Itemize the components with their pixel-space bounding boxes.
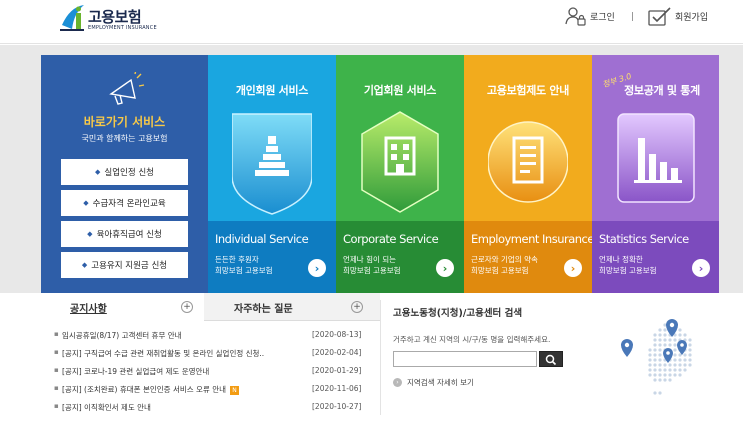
chevron-right-icon[interactable]: › — [308, 259, 326, 277]
site-header: 고용보험 EMPLOYMENT INSURANCE 로그인 회원가입 — [0, 0, 743, 44]
bar-chart-icon — [617, 113, 695, 203]
notice-title[interactable]: [공지] 코로나-19 관련 실업급여 제도 운영안내 — [62, 366, 209, 377]
online-education-button[interactable]: ◆ 수급자격 온라인교육 — [61, 190, 188, 216]
service-en-title: Corporate Service — [343, 232, 439, 246]
search-icon — [545, 354, 557, 366]
bullet-icon: ◆ — [83, 199, 89, 207]
parental-leave-button[interactable]: ◆ 육아휴직급여 신청 — [61, 221, 188, 247]
bullet-icon: ▪ — [54, 348, 59, 356]
list-item[interactable]: ▪ [공지] (조치완료) 휴대폰 본인인증 서비스 오류 안내 N [2020-… — [54, 381, 374, 399]
service-footer: Individual Service 든든한 후원자 희망보험 고용보험 › — [208, 221, 336, 293]
unemployment-certification-button[interactable]: ◆ 실업인정 신청 — [61, 159, 188, 185]
logo-subtitle: EMPLOYMENT INSURANCE — [88, 25, 157, 31]
statistics-service-panel[interactable]: 정부 3.0 정보공개 및 통계 Statistics Service 언제나 … — [592, 55, 719, 293]
service-desc: 언제나 정확한 희망보험 고용보험 — [599, 255, 657, 275]
tab-faq-label: 자주하는 질문 — [234, 304, 293, 315]
tab-notice-label: 공지사항 — [70, 304, 107, 315]
notice-tabs: 공지사항 + 자주하는 질문 + — [41, 293, 380, 321]
chevron-right-icon[interactable]: › — [564, 259, 582, 277]
notice-title[interactable]: [공지] (조치완료) 휴대폰 본인인증 서비스 오류 안내 N — [62, 384, 240, 395]
bullet-icon: ▪ — [54, 366, 59, 374]
service-en-title: Individual Service — [215, 232, 309, 246]
service-footer: Employment Insurance 근로자와 기업의 약속 희망보험 고용보… — [464, 221, 592, 293]
corporate-service-panel[interactable]: 기업회원 서비스 Corporate Service 언제나 힘이 되는 희망보험… — [336, 55, 464, 293]
service-desc: 언제나 힘이 되는 희망보험 고용보험 — [343, 255, 401, 275]
signup-link[interactable]: 회원가입 — [648, 6, 708, 26]
bullet-icon: ◆ — [87, 230, 93, 238]
login-link[interactable]: 로그인 — [565, 6, 615, 26]
notice-date: [2020-01-29] — [312, 366, 362, 375]
service-title: 개인회원 서비스 — [235, 84, 309, 97]
notice-date: [2020-08-13] — [312, 330, 362, 339]
logo-title: 고용보험 — [88, 8, 142, 26]
notice-title[interactable]: [공지] 이직확인서 제도 안내 — [62, 402, 151, 413]
individual-service-panel[interactable]: 개인회원 서비스 Individual Service 든든한 후원자 희망보험 … — [208, 55, 336, 293]
person-icon — [232, 113, 312, 215]
bullet-icon: ◆ — [94, 168, 101, 176]
chevron-right-icon[interactable]: › — [692, 259, 710, 277]
notice-title[interactable]: [공지] 구직급여 수급 관련 재취업활동 및 온라인 실업인정 신청.. — [62, 348, 264, 359]
list-item[interactable]: ▪ 임시공휴일(8/17) 고객센터 휴무 안내 [2020-08-13] — [54, 327, 374, 345]
bullet-icon: ▪ — [54, 402, 59, 410]
shortcut-subtitle: 국민과 함께하는 고용보험 — [81, 134, 168, 143]
list-item[interactable]: ▪ [공지] 이직확인서 제도 안내 [2020-10-27] — [54, 399, 374, 417]
shortcut-title: 바로가기 서비스 — [83, 115, 166, 129]
new-badge: N — [230, 385, 240, 395]
chevron-right-icon: › — [393, 378, 402, 387]
center-search-title: 고용노동청(지청)/고용센터 검색 — [393, 308, 523, 319]
service-footer: Corporate Service 언제나 힘이 되는 희망보험 고용보험 › — [336, 221, 464, 293]
user-lock-icon — [565, 7, 586, 26]
notice-date: [2020-10-27] — [312, 402, 362, 411]
megaphone-icon — [109, 72, 145, 105]
building-icon — [361, 111, 439, 213]
notice-list: ▪ 임시공휴일(8/17) 고객센터 휴무 안내 [2020-08-13] ▪ … — [54, 327, 374, 417]
center-search-desc: 거주하고 계신 지역의 시/구/동 명을 입력해주세요. — [393, 335, 551, 344]
service-title: 정보공개 및 통계 — [624, 84, 700, 97]
notice-board: 공지사항 + 자주하는 질문 + ▪ 임시공휴일(8/17) 고객센터 휴무 안… — [41, 293, 380, 422]
tab-faq[interactable]: 자주하는 질문 + — [204, 293, 380, 321]
plus-icon[interactable]: + — [181, 301, 193, 313]
service-title: 기업회원 서비스 — [363, 84, 437, 97]
service-en-title: Statistics Service — [599, 232, 689, 246]
employment-insurance-panel[interactable]: 고용보험제도 안내 Employment Insurance 근로자와 기업의 … — [464, 55, 592, 293]
list-item[interactable]: ▪ [공지] 코로나-19 관련 실업급여 제도 운영안내 [2020-01-2… — [54, 363, 374, 381]
region-search-input[interactable] — [393, 351, 537, 367]
center-search-panel: 고용노동청(지청)/고용센터 검색 거주하고 계신 지역의 시/구/동 명을 입… — [381, 293, 719, 422]
bullet-icon: ▪ — [54, 330, 59, 338]
korea-map-icon — [621, 319, 692, 395]
notice-date: [2020-02-04] — [312, 348, 362, 357]
shortcut-panel: 바로가기 서비스 국민과 함께하는 고용보험 ◆ 실업인정 신청 ◆ 수급자격 온라… — [41, 55, 208, 293]
login-label: 로그인 — [590, 12, 615, 23]
list-item[interactable]: ▪ [공지] 구직급여 수급 관련 재취업활동 및 온라인 실업인정 신청.. … — [54, 345, 374, 363]
notice-date: [2020-11-06] — [312, 384, 362, 393]
chevron-right-icon[interactable]: › — [436, 259, 454, 277]
search-button[interactable] — [539, 351, 563, 367]
site-logo[interactable]: 고용보험 EMPLOYMENT INSURANCE — [58, 3, 168, 35]
region-search-detail-link[interactable]: › 지역검색 자세히 보기 — [393, 377, 474, 388]
logo-mark-icon — [60, 5, 84, 31]
signup-check-icon — [648, 7, 671, 26]
header-separator — [632, 12, 633, 21]
tab-notice[interactable]: 공지사항 + — [41, 293, 204, 321]
service-desc: 근로자와 기업의 약속 희망보험 고용보험 — [471, 255, 538, 275]
employment-retention-button[interactable]: ◆ 고용유지 지원금 신청 — [61, 252, 188, 278]
plus-icon[interactable]: + — [351, 301, 363, 313]
service-en-title: Employment Insurance — [471, 232, 592, 246]
service-desc: 든든한 후원자 희망보험 고용보험 — [215, 255, 273, 275]
bullet-icon: ◆ — [81, 261, 88, 269]
service-footer: Statistics Service 언제나 정확한 희망보험 고용보험 › — [592, 221, 719, 293]
bullet-icon: ▪ — [54, 384, 59, 392]
document-icon — [488, 121, 568, 203]
notice-title[interactable]: 임시공휴일(8/17) 고객센터 휴무 안내 — [62, 330, 182, 341]
signup-label: 회원가입 — [675, 12, 709, 23]
service-title: 고용보험제도 안내 — [486, 84, 570, 97]
